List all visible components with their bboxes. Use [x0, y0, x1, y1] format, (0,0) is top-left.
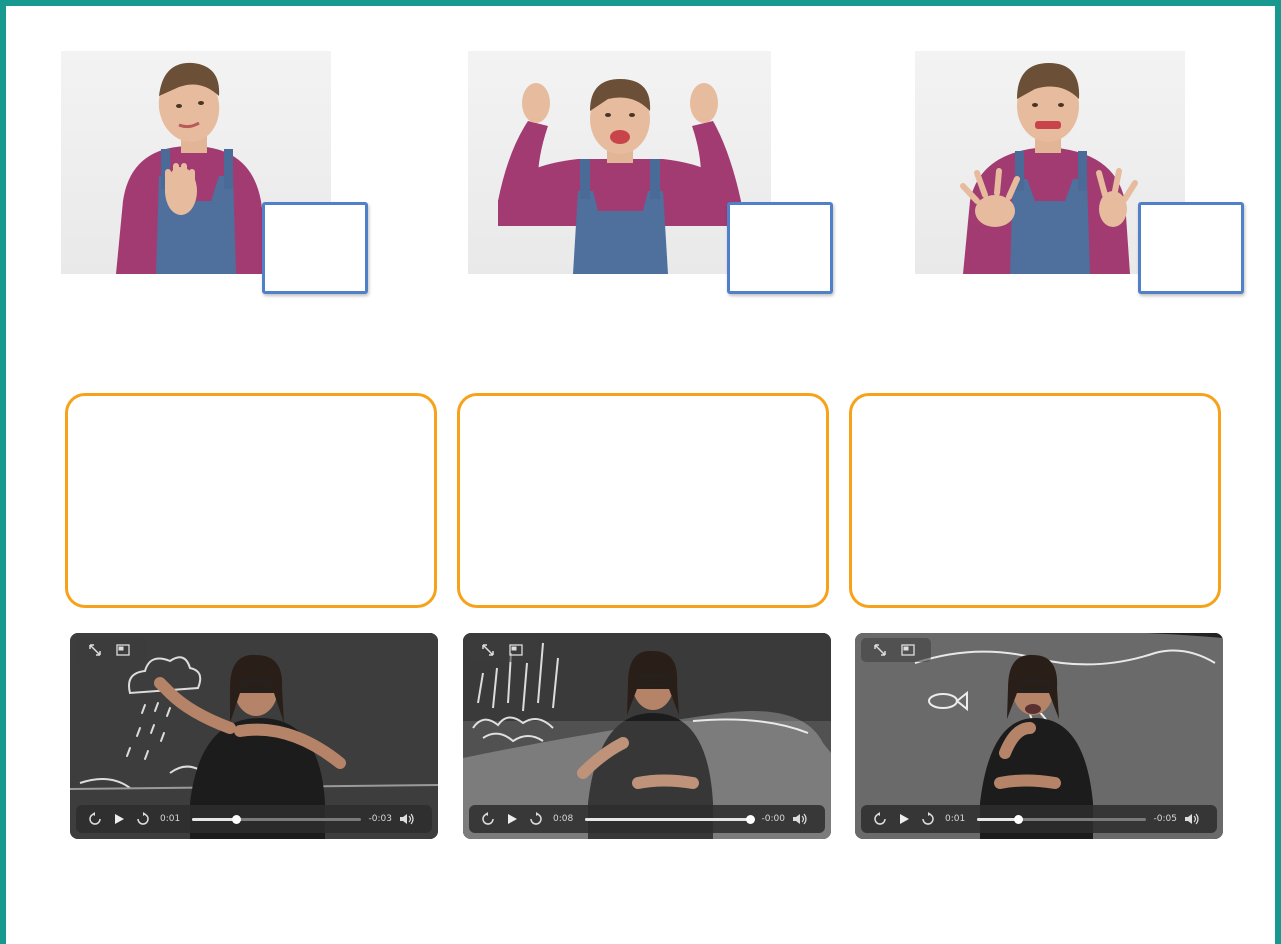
video-top-controls: [861, 638, 931, 662]
video-controlbar: 0:08 -0:00: [469, 805, 825, 833]
fullscreen-icon[interactable]: [88, 643, 102, 657]
progress-thumb[interactable]: [746, 814, 756, 824]
current-time: 0:01: [160, 814, 181, 824]
photo-woman-2: [468, 51, 771, 274]
volume-icon[interactable]: [791, 810, 809, 828]
remaining-time: -0:00: [761, 814, 785, 824]
drop-zone-2[interactable]: [457, 393, 829, 608]
worksheet-frame: 0:01 -0:03 0:08 -0:00 0:01 -0:05: [0, 0, 1281, 944]
video-controlbar: 0:01 -0:05: [861, 805, 1217, 833]
video-top-controls: [76, 638, 146, 662]
volume-icon[interactable]: [1183, 810, 1201, 828]
progress-thumb[interactable]: [1013, 814, 1023, 824]
video-player-2[interactable]: 0:08 -0:00: [463, 633, 831, 839]
play-icon[interactable]: [895, 810, 913, 828]
rewind-15-icon[interactable]: [871, 810, 889, 828]
play-icon[interactable]: [110, 810, 128, 828]
forward-15-icon[interactable]: [134, 810, 152, 828]
remaining-time: -0:03: [368, 814, 392, 824]
answer-box-1[interactable]: [262, 202, 368, 294]
progress-bar[interactable]: [585, 814, 756, 824]
fullscreen-icon[interactable]: [481, 643, 495, 657]
progress-bar[interactable]: [977, 814, 1146, 824]
progress-fill: [192, 817, 236, 821]
progress-fill: [977, 817, 1018, 821]
video-player-1[interactable]: 0:01 -0:03: [70, 633, 438, 839]
video-top-controls: [469, 638, 539, 662]
play-icon[interactable]: [503, 810, 521, 828]
current-time: 0:01: [945, 814, 966, 824]
video-player-3[interactable]: 0:01 -0:05: [855, 633, 1223, 839]
fullscreen-icon[interactable]: [873, 643, 887, 657]
picture-in-picture-icon[interactable]: [509, 643, 523, 657]
progress-bar[interactable]: [192, 814, 361, 824]
forward-15-icon[interactable]: [527, 810, 545, 828]
answer-box-3[interactable]: [1138, 202, 1244, 294]
remaining-time: -0:05: [1153, 814, 1177, 824]
drop-zone-3[interactable]: [849, 393, 1221, 608]
forward-15-icon[interactable]: [919, 810, 937, 828]
answer-box-2[interactable]: [727, 202, 833, 294]
rewind-15-icon[interactable]: [86, 810, 104, 828]
progress-thumb[interactable]: [231, 814, 241, 824]
picture-in-picture-icon[interactable]: [901, 643, 915, 657]
progress-fill: [585, 817, 751, 821]
picture-in-picture-icon[interactable]: [116, 643, 130, 657]
volume-icon[interactable]: [398, 810, 416, 828]
rewind-15-icon[interactable]: [479, 810, 497, 828]
video-controlbar: 0:01 -0:03: [76, 805, 432, 833]
drop-zone-1[interactable]: [65, 393, 437, 608]
current-time: 0:08: [553, 814, 574, 824]
